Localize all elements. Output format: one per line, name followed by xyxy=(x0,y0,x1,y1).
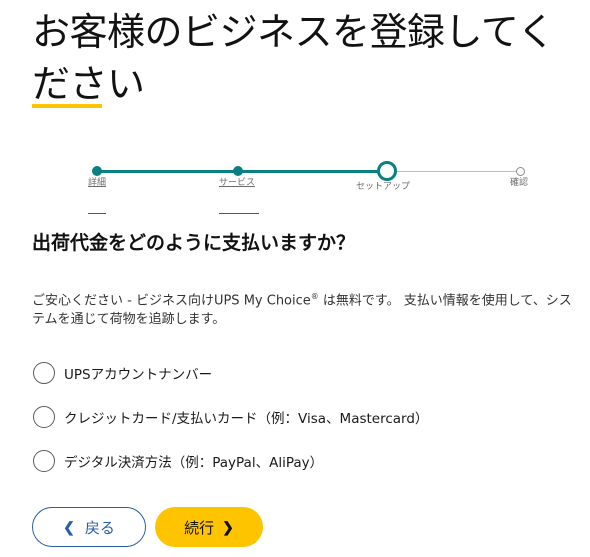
back-button[interactable]: ❮ 戻る xyxy=(32,507,146,547)
step-dot-setup xyxy=(377,161,397,181)
description-text: ご安心ください - ビジネス向けUPS My Choice® は無料です。 支払… xyxy=(32,287,584,329)
title-underline xyxy=(32,104,102,108)
step-label-service[interactable]: サービス xyxy=(219,175,255,188)
continue-button[interactable]: 続行 ❯ xyxy=(155,507,263,547)
payment-option-credit-card[interactable]: クレジットカード/支払いカード（例：Visa、Mastercard） xyxy=(33,404,428,430)
payment-option-digital[interactable]: デジタル決済方法（例：PayPal、AliPay） xyxy=(33,448,428,474)
page-title: お客様のビジネスを登録してください xyxy=(32,10,555,106)
stepper-track-remaining xyxy=(387,171,520,172)
chevron-left-icon: ❮ xyxy=(63,518,75,535)
radio-button[interactable] xyxy=(33,406,55,428)
payment-options: UPSアカウントナンバー クレジットカード/支払いカード（例：Visa、Mast… xyxy=(33,360,428,492)
registration-page: お客様のビジネスを登録してください 詳細 サービス セットアップ 確認 出荷代金… xyxy=(0,0,590,557)
payment-option-ups-account[interactable]: UPSアカウントナンバー xyxy=(33,360,428,386)
registered-mark: ® xyxy=(310,292,319,301)
step-label-confirm: 確認 xyxy=(510,178,529,188)
step-underline-details xyxy=(88,213,106,214)
chevron-right-icon: ❯ xyxy=(222,518,234,535)
option-label: UPSアカウントナンバー xyxy=(64,367,213,383)
radio-button[interactable] xyxy=(33,450,55,472)
step-label-details[interactable]: 詳細 xyxy=(88,175,106,188)
progress-stepper: 詳細 サービス セットアップ 確認 xyxy=(0,150,590,230)
option-label: デジタル決済方法（例：PayPal、AliPay） xyxy=(64,455,324,471)
section-heading: 出荷代金をどのように支払いますか？ xyxy=(32,232,356,254)
back-button-label: 戻る xyxy=(84,519,115,537)
continue-button-label: 続行 xyxy=(184,519,215,537)
description-main: ご安心ください - ビジネス向けUPS My Choice xyxy=(32,293,311,309)
option-label: クレジットカード/支払いカード（例：Visa、Mastercard） xyxy=(64,411,429,427)
step-underline-service xyxy=(219,213,259,214)
step-label-setup: セットアップ xyxy=(356,182,411,192)
radio-button[interactable] xyxy=(33,362,55,384)
